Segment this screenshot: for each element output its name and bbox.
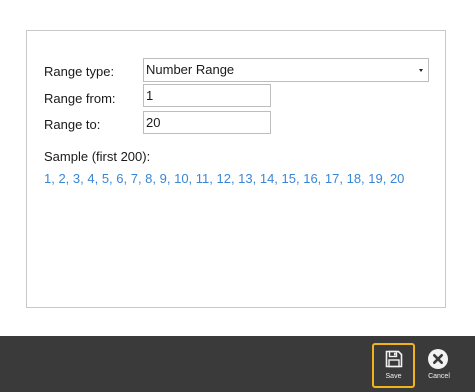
range-from-input[interactable]: 1 [143,84,271,107]
save-button[interactable]: Save [372,343,415,388]
save-icon [385,350,403,368]
save-label: Save [385,373,402,380]
range-type-select[interactable]: Number Range [143,58,429,82]
sample-values: 1, 2, 3, 4, 5, 6, 7, 8, 9, 10, 11, 12, 1… [44,171,405,186]
range-from-label: Range from: [44,91,116,106]
bottom-toolbar: Save Cancel [0,336,475,392]
chevron-down-icon[interactable] [419,69,423,72]
sample-title: Sample (first 200): [44,149,151,164]
range-to-label: Range to: [44,117,101,132]
range-to-value: 20 [146,115,161,130]
range-type-label: Range type: [44,64,115,79]
close-icon [428,349,448,369]
range-settings-panel: Range type: Number Range Range from: 1 R… [26,30,446,308]
cancel-button[interactable]: Cancel [422,343,456,388]
range-to-input[interactable]: 20 [143,111,271,134]
cancel-label: Cancel [428,373,450,380]
range-from-value: 1 [146,88,154,103]
range-type-value: Number Range [146,62,235,77]
